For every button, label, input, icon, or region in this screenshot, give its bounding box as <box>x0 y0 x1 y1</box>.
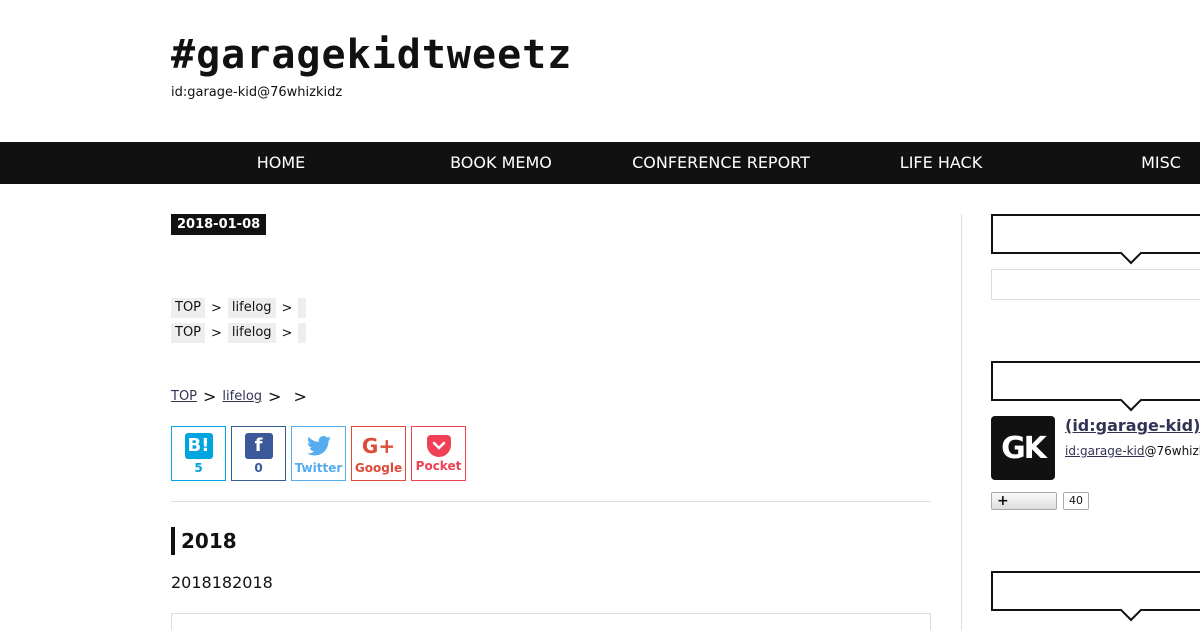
breadcrumb-category[interactable]: lifelog <box>227 298 276 318</box>
breadcrumb-separator: > <box>281 300 293 316</box>
sidebar-section-heading <box>991 571 1200 611</box>
hatena-icon: B! <box>184 432 213 459</box>
site-title[interactable]: #garagekidtweetz <box>171 30 572 80</box>
nav-conference-report[interactable]: CONFERENCE REPORT <box>611 142 831 184</box>
twitter-label: Twitter <box>294 460 343 475</box>
breadcrumb-top[interactable]: TOP <box>171 323 206 343</box>
breadcrumb-separator: > <box>293 387 307 406</box>
facebook-icon: f <box>244 432 273 459</box>
hatena-count: 5 <box>194 460 203 475</box>
twitter-share-button[interactable]: Twitter <box>291 426 346 481</box>
sidebar-section-heading <box>991 214 1200 254</box>
breadcrumb-separator: > <box>281 325 293 341</box>
nav-book-memo[interactable]: BOOK MEMO <box>391 142 611 184</box>
pocket-label: Pocket <box>415 458 462 473</box>
pocket-icon <box>426 434 451 457</box>
divider <box>171 501 931 502</box>
column-divider <box>961 214 962 630</box>
breadcrumb-category[interactable]: lifelog <box>227 323 276 343</box>
profile-id-link[interactable]: id:garage-kid <box>1065 444 1144 458</box>
google-plus-share-button[interactable]: G+ Google <box>351 426 406 481</box>
twitter-icon <box>305 433 333 459</box>
profile-name-link[interactable]: (id:garage-kid) <box>1065 416 1200 435</box>
breadcrumb-category-link[interactable]: lifelog <box>222 389 262 404</box>
breadcrumb: TOP > lifelog > <box>171 298 307 318</box>
breadcrumb-separator: > <box>211 325 222 341</box>
nav-misc[interactable]: MISC <box>1051 142 1200 184</box>
nav-life-hack[interactable]: LIFE HACK <box>831 142 1051 184</box>
follow-button[interactable]: + <box>991 492 1057 510</box>
post-content-box <box>171 613 931 630</box>
google-label: Google <box>354 460 403 475</box>
sidebar-section-heading <box>991 361 1200 401</box>
global-nav: HOME BOOK MEMO CONFERENCE REPORT LIFE HA… <box>0 142 1200 184</box>
breadcrumb-current <box>298 298 307 318</box>
page: #garagekidtweetz id:garage-kid@76whizkid… <box>0 0 1200 630</box>
facebook-share-button[interactable]: f 0 <box>231 426 286 481</box>
sidebar-search-input[interactable] <box>991 269 1200 300</box>
breadcrumb-links: TOP > lifelog > > <box>171 387 313 406</box>
site-id: id:garage-kid@76whizkidz <box>171 85 343 100</box>
post-heading: 2018 <box>171 527 237 555</box>
nav-home[interactable]: HOME <box>171 142 391 184</box>
pocket-share-button[interactable]: Pocket <box>411 426 466 481</box>
breadcrumb-current <box>298 323 307 343</box>
facebook-count: 0 <box>254 460 263 475</box>
post-date: 2018-01-08 <box>171 214 267 235</box>
breadcrumb-separator: > <box>211 300 222 316</box>
breadcrumb-separator: > <box>203 387 217 406</box>
profile-id-suffix: @76whizkidz <box>1144 444 1200 458</box>
breadcrumb: TOP > lifelog > <box>171 323 307 343</box>
avatar[interactable]: GK <box>991 416 1055 480</box>
profile-id: id:garage-kid@76whizkidz <box>1065 444 1200 458</box>
google-plus-icon: G+ <box>361 433 396 458</box>
breadcrumb-top[interactable]: TOP <box>171 298 206 318</box>
follower-count: 40 <box>1063 492 1089 510</box>
share-buttons: B! 5 f 0 Twitter G+ Google Pocket <box>171 426 466 481</box>
post-text: 2018182018 <box>171 573 273 592</box>
breadcrumb-separator: > <box>268 387 282 406</box>
breadcrumb-top-link[interactable]: TOP <box>171 389 197 404</box>
hatena-bookmark-button[interactable]: B! 5 <box>171 426 226 481</box>
